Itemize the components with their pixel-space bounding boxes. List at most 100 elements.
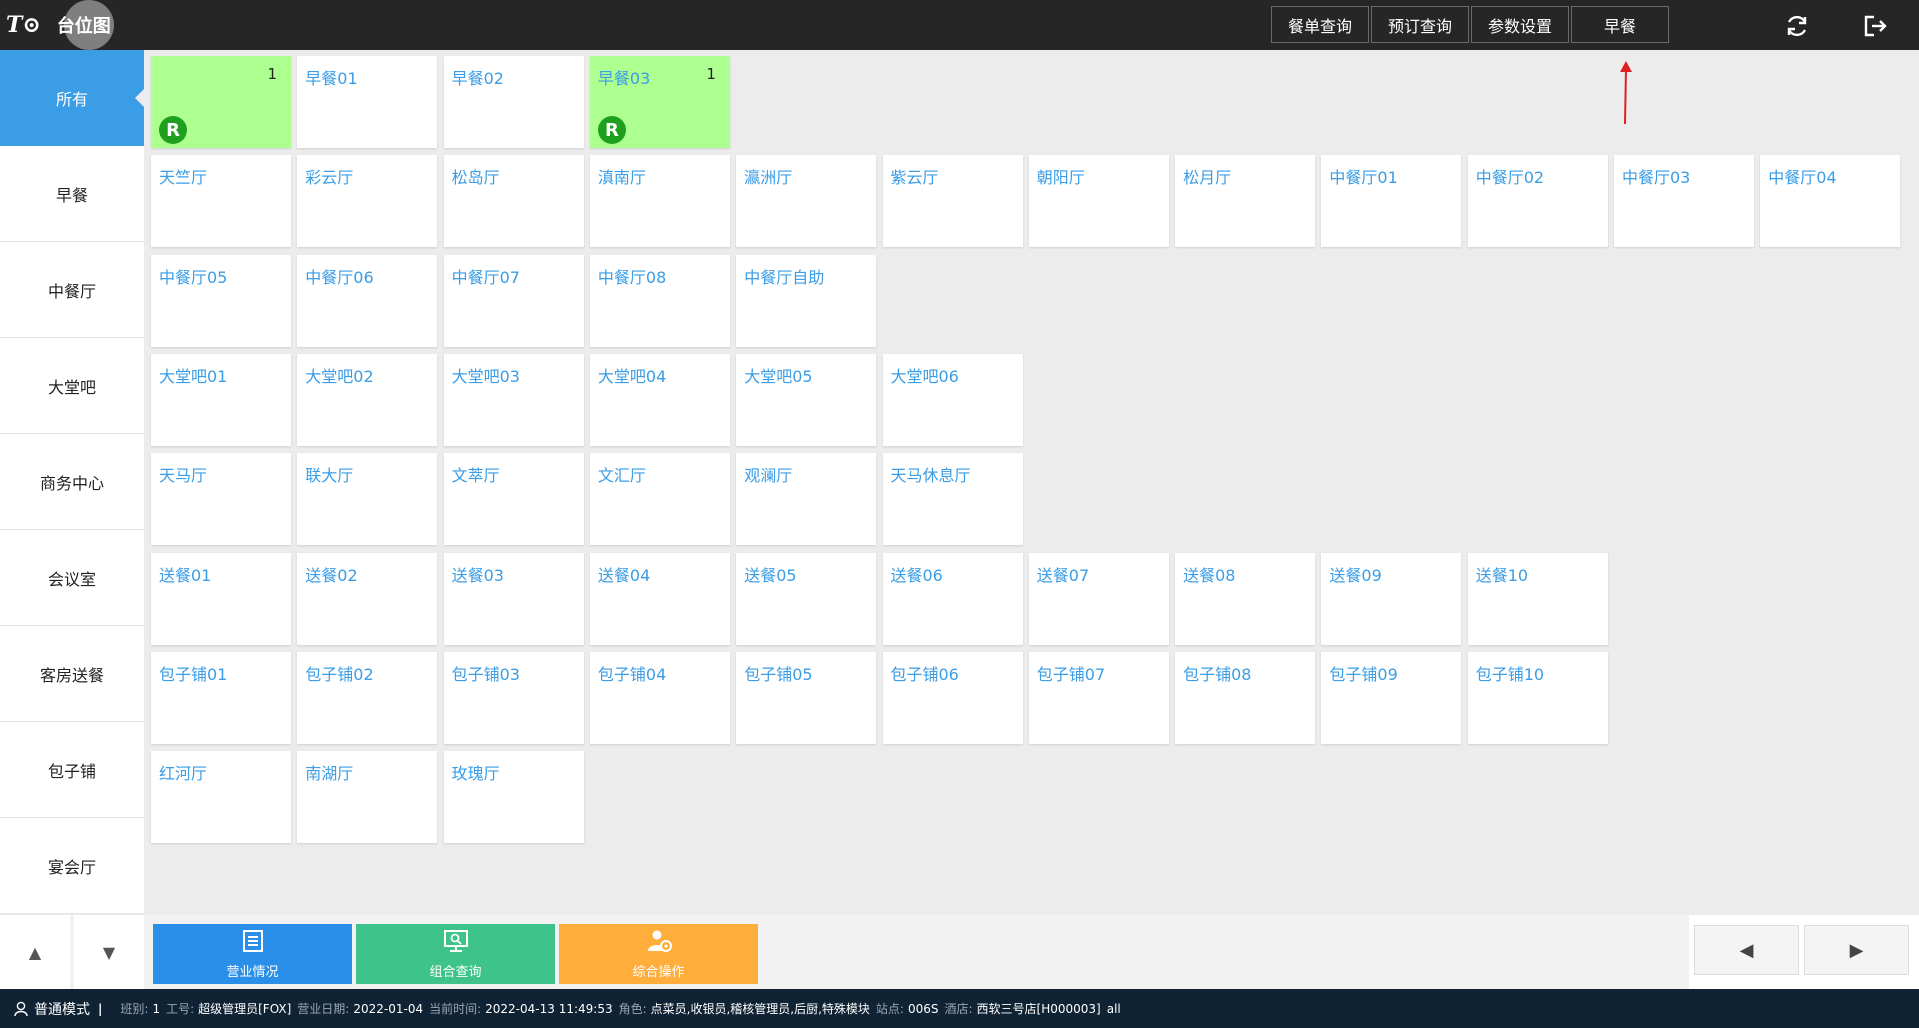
settings-button[interactable]: 参数设置 (1471, 6, 1569, 43)
combined-query-label: 组合查询 (429, 964, 482, 980)
table-tile[interactable]: 文汇厅 (589, 453, 730, 546)
table-tile[interactable]: 送餐07 (1028, 552, 1169, 645)
table-tile[interactable]: 包子铺01 (151, 651, 291, 744)
site-label: 站点: (875, 1002, 904, 1016)
table-tile[interactable]: 送餐08 (1175, 552, 1316, 645)
table-tile[interactable]: 送餐02 (297, 552, 438, 645)
table-tile[interactable]: 中餐厅02 (1467, 155, 1608, 248)
table-tile[interactable]: 大堂吧01 (151, 353, 291, 446)
annotation-arrow-icon (1620, 61, 1632, 125)
role-value: 点菜员,收银员,稽核管理员,后厨,特殊模块 (650, 1002, 870, 1016)
table-name: 联大厅 (305, 466, 354, 486)
sidebar-item-all[interactable]: 所有 (0, 50, 145, 146)
table-name: 包子铺01 (159, 664, 228, 684)
table-tile[interactable]: 包子铺04 (589, 651, 730, 744)
table-tile[interactable]: 中餐厅07 (443, 254, 584, 347)
table-tile[interactable]: 中餐厅06 (297, 254, 438, 347)
meal-period-button[interactable]: 早餐 (1571, 6, 1669, 43)
table-tile[interactable]: 滇南厅 (589, 155, 730, 248)
sidebar-item-business-center[interactable]: 商务中心 (0, 434, 144, 530)
table-name: 南湖厅 (305, 764, 354, 784)
table-tile[interactable]: 送餐06 (882, 552, 1023, 645)
table-tile[interactable]: 红河厅 (151, 751, 291, 844)
table-tile[interactable]: 中餐厅03 (1614, 155, 1754, 248)
table-tile[interactable]: 包子铺08 (1175, 651, 1316, 744)
combined-query-button[interactable]: 组合查询 (356, 924, 555, 984)
table-name: 观澜厅 (744, 466, 793, 486)
table-name: 中餐厅05 (159, 267, 228, 287)
table-tile[interactable]: 送餐03 (443, 552, 584, 645)
table-tile[interactable]: 紫云厅 (882, 155, 1023, 248)
table-tile[interactable]: 包子铺10 (1467, 651, 1608, 744)
sidebar-item-breakfast[interactable]: 早餐 (0, 146, 144, 242)
app-logo: T⊙ 台位图 (6, 0, 114, 50)
table-tile[interactable]: 天竺厅 (151, 155, 291, 248)
table-tile[interactable]: 送餐05 (736, 552, 877, 645)
table-tile[interactable]: 送餐04 (589, 552, 730, 645)
sidebar-item-room-service[interactable]: 客房送餐 (0, 626, 144, 722)
table-tile[interactable]: 松月厅 (1175, 155, 1316, 248)
table-tile[interactable]: 包子铺05 (736, 651, 877, 744)
table-tile[interactable]: 文萃厅 (443, 453, 584, 546)
table-tile[interactable]: 中餐厅08 (589, 254, 730, 347)
reserved-badge-icon: R (597, 116, 626, 144)
sidebar-item-banquet-hall[interactable]: 宴会厅 (0, 818, 144, 914)
table-tile[interactable]: 天马厅 (151, 453, 291, 546)
business-status-button[interactable]: 营业情况 (153, 924, 352, 984)
table-tile[interactable]: 送餐01 (151, 552, 291, 645)
general-operation-button[interactable]: 综合操作 (559, 924, 758, 984)
table-tile[interactable]: 朝阳厅 (1028, 155, 1169, 248)
table-tile-occupied[interactable]: 早餐03 1 R (589, 56, 730, 148)
table-name: 大堂吧01 (159, 366, 228, 386)
table-tile[interactable]: 早餐02 (443, 56, 584, 148)
table-tile[interactable]: 联大厅 (297, 453, 438, 546)
table-tile[interactable]: 瀛洲厅 (736, 155, 877, 248)
table-tile[interactable]: 中餐厅01 (1321, 155, 1462, 248)
table-tile-occupied[interactable]: 1R (151, 56, 291, 148)
table-tile[interactable]: 大堂吧03 (443, 353, 584, 446)
table-tile[interactable]: 中餐厅04 (1760, 155, 1901, 248)
user-gear-icon (646, 929, 672, 959)
table-name: 大堂吧06 (890, 366, 959, 386)
table-tile[interactable]: 观澜厅 (736, 453, 877, 546)
table-tile[interactable]: 送餐10 (1467, 552, 1608, 645)
mode-indicator: 普通模式 (14, 999, 90, 1019)
reservation-query-button[interactable]: 预订查询 (1371, 6, 1469, 43)
table-tile[interactable]: 大堂吧05 (736, 353, 877, 446)
table-tile[interactable]: 玫瑰厅 (443, 751, 584, 844)
sidebar-item-meeting-room[interactable]: 会议室 (0, 530, 144, 626)
table-tile[interactable]: 中餐厅05 (151, 254, 291, 347)
table-tile[interactable]: 大堂吧06 (882, 353, 1023, 446)
table-tile[interactable]: 南湖厅 (297, 751, 438, 844)
table-tile[interactable]: 包子铺09 (1321, 651, 1462, 744)
table-tile[interactable]: 包子铺02 (297, 651, 438, 744)
top-button-group: 餐单查询 预订查询 参数设置 早餐 (1271, 6, 1671, 43)
table-tile[interactable]: 早餐01 (297, 56, 438, 148)
table-tile[interactable]: 包子铺07 (1028, 651, 1169, 744)
sidebar-item-lobby-bar[interactable]: 大堂吧 (0, 338, 144, 434)
logout-icon[interactable] (1859, 10, 1891, 42)
table-name: 中餐厅自助 (744, 267, 825, 287)
table-tile[interactable]: 大堂吧02 (297, 353, 438, 446)
table-name: 文萃厅 (451, 466, 500, 486)
scroll-down-button[interactable]: ▼ (74, 915, 144, 989)
table-tile[interactable]: 彩云厅 (297, 155, 438, 248)
table-tile[interactable]: 大堂吧04 (589, 353, 730, 446)
table-tile[interactable]: 包子铺06 (882, 651, 1023, 744)
triangle-right-icon: ▶ (1849, 939, 1864, 961)
scroll-up-button[interactable]: ▲ (0, 915, 70, 989)
sidebar-item-bun-shop[interactable]: 包子铺 (0, 722, 144, 818)
table-tile[interactable]: 松岛厅 (443, 155, 584, 248)
order-query-button[interactable]: 餐单查询 (1271, 6, 1369, 43)
table-tile[interactable]: 包子铺03 (443, 651, 584, 744)
sidebar-item-chinese-restaurant[interactable]: 中餐厅 (0, 242, 144, 338)
previous-page-button[interactable]: ◀ (1694, 925, 1799, 975)
next-page-button[interactable]: ▶ (1804, 925, 1909, 975)
table-name: 文汇厅 (597, 466, 646, 486)
table-tile[interactable]: 中餐厅自助 (736, 254, 877, 347)
document-icon (242, 929, 264, 959)
table-tile[interactable]: 送餐09 (1321, 552, 1462, 645)
table-tile[interactable]: 天马休息厅 (882, 453, 1023, 546)
refresh-icon[interactable] (1781, 10, 1813, 42)
site-value: 006S (907, 1001, 939, 1016)
